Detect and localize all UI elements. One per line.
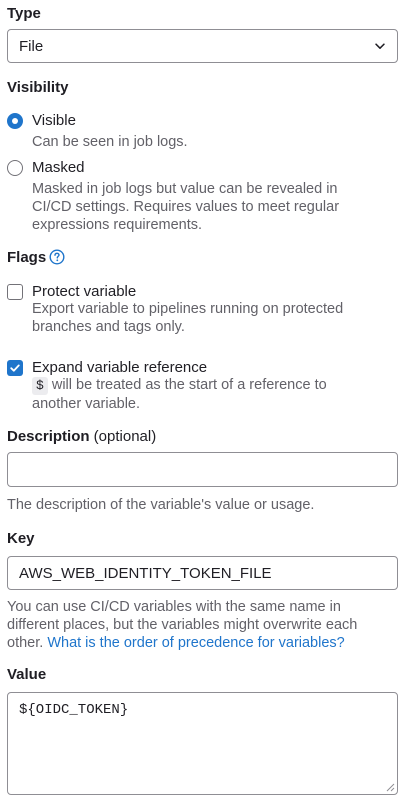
visible-option-help: Can be seen in job logs. <box>32 134 188 150</box>
masked-option-title[interactable]: Masked <box>32 159 85 176</box>
precedence-help-link[interactable]: What is the order of precedence for vari… <box>47 635 344 651</box>
dollar-code-chip: $ <box>32 377 48 395</box>
protect-variable-help: Export variable to pipelines running on … <box>32 300 343 336</box>
type-select-value: File <box>19 38 44 55</box>
protect-help-line: Export variable to pipelines running on … <box>32 301 344 317</box>
value-label: Value <box>7 666 47 683</box>
key-help-text: other. <box>7 635 48 651</box>
masked-option-help: Masked in job logs but value can be reve… <box>32 180 339 234</box>
value-textarea-value: ${OIDC_TOKEN} <box>19 702 129 718</box>
visible-option-title[interactable]: Visible <box>32 112 76 129</box>
key-label: Key <box>7 530 35 547</box>
expand-variable-title[interactable]: Expand variable reference <box>32 359 207 376</box>
protect-variable-title[interactable]: Protect variable <box>32 283 136 300</box>
masked-radio[interactable] <box>7 160 23 176</box>
masked-help-line: CI/CD settings. Requires values to meet … <box>32 199 340 215</box>
key-help: You can use CI/CD variables with the sam… <box>7 598 357 652</box>
type-select[interactable]: File <box>7 29 398 63</box>
key-help-line: You can use CI/CD variables with the sam… <box>7 599 341 615</box>
question-circle-icon[interactable] <box>49 249 65 265</box>
visibility-label: Visibility <box>7 79 69 96</box>
flags-label: Flags <box>7 249 47 266</box>
key-input-value: AWS_WEB_IDENTITY_TOKEN_FILE <box>19 565 272 582</box>
expand-variable-checkbox[interactable] <box>7 360 23 376</box>
masked-help-line: expressions requirements. <box>32 217 203 233</box>
type-label: Type <box>7 5 41 22</box>
optional-text: (optional) <box>89 428 157 445</box>
expand-help-line: another variable. <box>32 396 141 412</box>
protect-variable-checkbox[interactable] <box>7 284 23 300</box>
chevron-down-icon <box>375 43 385 49</box>
expand-help-text: will be treated as the start of a refere… <box>47 377 327 393</box>
checkmark-icon <box>10 364 20 372</box>
description-label-text: Description <box>7 428 90 445</box>
description-input[interactable] <box>7 452 398 487</box>
key-help-line: different places, but the variables migh… <box>7 617 358 633</box>
masked-help-line: Masked in job logs but value can be reve… <box>32 181 338 197</box>
resize-handle-icon[interactable] <box>385 782 395 792</box>
key-input[interactable]: AWS_WEB_IDENTITY_TOKEN_FILE <box>7 556 398 590</box>
visible-radio[interactable] <box>7 113 23 129</box>
value-textarea[interactable]: ${OIDC_TOKEN} <box>7 692 398 795</box>
description-label: Description (optional) <box>7 428 156 445</box>
protect-help-line: branches and tags only. <box>32 319 185 335</box>
description-help: The description of the variable's value … <box>7 497 315 513</box>
expand-variable-help: $ will be treated as the start of a refe… <box>32 376 327 413</box>
